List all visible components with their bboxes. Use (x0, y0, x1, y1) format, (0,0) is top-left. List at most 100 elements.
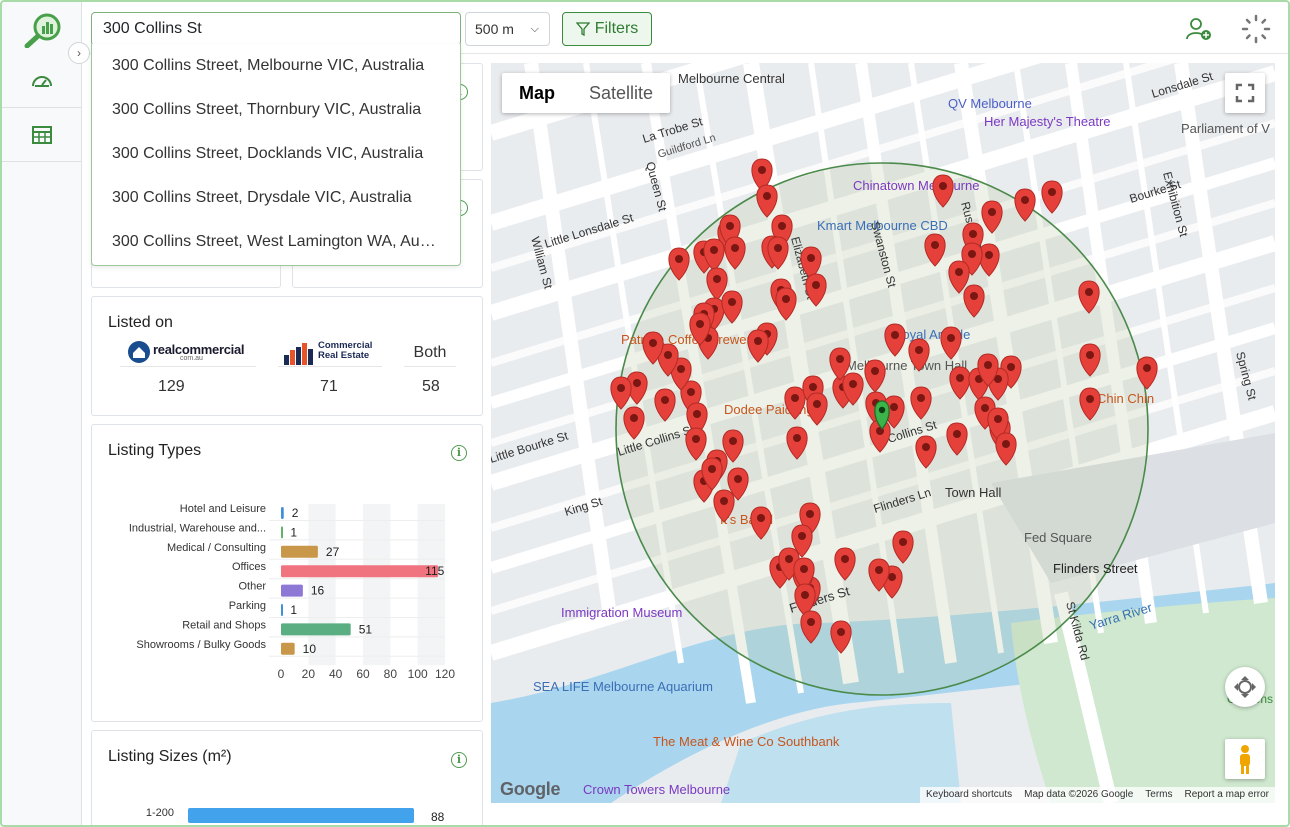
map-canvas[interactable]: Melbourne Central QV Melbourne Her Majesty… (491, 63, 1275, 803)
bar[interactable] (281, 565, 439, 578)
suggestion-item[interactable]: 300 Collins Street, Docklands VIC, Austr… (92, 132, 460, 176)
property-marker-dot (800, 565, 808, 573)
pegman-icon (1240, 745, 1250, 774)
property-marker-dot (1086, 351, 1094, 359)
bar[interactable] (281, 526, 283, 539)
property-marker-dot (661, 396, 669, 404)
property-marker-dot (956, 374, 964, 382)
property-marker-dot (988, 208, 996, 216)
fullscreen-button[interactable] (1225, 73, 1265, 113)
property-marker-dot (728, 298, 736, 306)
suggestion-item[interactable]: 300 Collins Street, Drysdale VIC, Austra… (92, 176, 460, 220)
filters-label: Filters (594, 20, 639, 37)
property-marker-dot (915, 346, 923, 354)
grid-band (417, 504, 445, 666)
property-marker-dot (841, 555, 849, 563)
sidebar-item-table[interactable] (2, 108, 82, 162)
suggestion-item[interactable]: 300 Collins Street, Melbourne VIC, Austr… (92, 44, 460, 88)
filter-icon (575, 22, 590, 36)
x-tick-label: 120 (435, 667, 455, 681)
loading-spinner-icon (1241, 14, 1271, 44)
property-marker-dot (630, 414, 638, 422)
property-marker-dot (726, 222, 734, 230)
map-data-credit: Map data ©2026 Google (1024, 789, 1134, 800)
sidebar-collapse-button[interactable]: › (68, 42, 90, 64)
property-marker-dot (968, 250, 976, 258)
bar[interactable] (188, 808, 414, 823)
app-logo-icon[interactable] (24, 12, 62, 48)
property-marker-dot (1086, 395, 1094, 403)
camera-control-button[interactable] (1225, 667, 1265, 707)
bar[interactable] (281, 545, 318, 558)
property-marker-dot (677, 365, 685, 373)
category-label: Industrial, Warehouse and... (129, 522, 266, 534)
bar[interactable] (281, 642, 295, 655)
property-marker-dot (953, 430, 961, 438)
property-marker-dot (899, 538, 907, 546)
realcommercial-house-icon (128, 341, 150, 363)
category-label: Retail and Shops (182, 619, 266, 631)
table-icon (32, 125, 52, 144)
both-count: 58 (422, 378, 440, 395)
map-type-map-button[interactable]: Map (502, 73, 572, 113)
grid-band (363, 504, 391, 666)
property-marker-dot (649, 339, 657, 347)
add-user-icon[interactable] (1186, 16, 1212, 42)
map-label: Her Majesty's Theatre (984, 114, 1111, 129)
property-marker-dot (837, 628, 845, 636)
suggestion-item[interactable]: 300 Collins Street, Thornbury VIC, Austr… (92, 88, 460, 132)
property-marker-dot (758, 166, 766, 174)
map-label: Melbourne Town Hall (846, 358, 967, 373)
bar[interactable] (281, 507, 284, 519)
property-marker-dot (994, 415, 1002, 423)
realcommercial-count: 129 (158, 378, 185, 395)
sidebar-item-dashboard[interactable] (2, 54, 82, 108)
bar[interactable] (281, 623, 351, 636)
commercial-real-estate-name: Commercial Real Estate (318, 340, 373, 361)
map-view[interactable]: Melbourne Central QV Melbourne Her Majesty… (491, 63, 1275, 803)
map-label: Flinders Street (1053, 561, 1138, 576)
property-marker-dot (1002, 440, 1010, 448)
address-search-input[interactable] (91, 12, 461, 46)
bar[interactable] (281, 584, 303, 597)
map-type-satellite-button[interactable]: Satellite (572, 73, 670, 113)
keyboard-shortcuts-link[interactable]: Keyboard shortcuts (926, 789, 1012, 801)
property-marker-dot (1143, 364, 1151, 372)
listing-types-card: Listing Types i Hotel and Leisure 2 Indust… (91, 424, 483, 722)
address-suggestions-dropdown: 300 Collins Street, Melbourne VIC, Austr… (91, 44, 461, 266)
suggestion-item[interactable]: 300 Collins Street, West Lamington WA, A… (92, 220, 460, 264)
x-tick-label: 100 (408, 667, 428, 681)
terms-link[interactable]: Terms (1145, 789, 1172, 801)
map-type-control: Map Satellite (502, 73, 671, 113)
property-marker-dot (692, 435, 700, 443)
listed-on-title: Listed on (108, 314, 173, 331)
property-marker-dot (807, 254, 815, 262)
map-label: Immigration Museum (561, 605, 682, 620)
street-view-pegman-button[interactable] (1225, 739, 1265, 779)
property-marker-dot (917, 394, 925, 402)
bar-value-label: 27 (326, 545, 340, 559)
property-marker-dot (984, 361, 992, 369)
filters-button[interactable]: Filters (562, 12, 652, 46)
report-map-error-link[interactable]: Report a map error (1185, 789, 1269, 801)
property-marker-dot (664, 351, 672, 359)
property-marker-dot (812, 281, 820, 289)
bar-value-label: 88 (431, 810, 445, 824)
radius-select[interactable]: 500 m ⌵ (465, 12, 550, 46)
bar[interactable] (281, 604, 283, 616)
property-marker-dot (675, 255, 683, 263)
map-label: Parliament of V (1181, 121, 1270, 136)
property-marker-dot (1085, 288, 1093, 296)
property-marker-dot (985, 251, 993, 259)
map-label: Chin Chin (1097, 391, 1154, 406)
move-arrows-icon (1234, 676, 1256, 698)
dashboard-gauge-icon (32, 75, 52, 87)
property-marker-dot (729, 437, 737, 445)
listing-sizes-title: Listing Sizes (m²) (108, 748, 232, 765)
property-marker-dot (778, 222, 786, 230)
info-icon[interactable]: i (451, 752, 467, 768)
property-marker-dot (875, 566, 883, 574)
x-tick-label: 60 (356, 667, 370, 681)
x-tick-label: 80 (384, 667, 398, 681)
map-attribution: Keyboard shortcuts Map data ©2026 Google… (919, 787, 1275, 803)
